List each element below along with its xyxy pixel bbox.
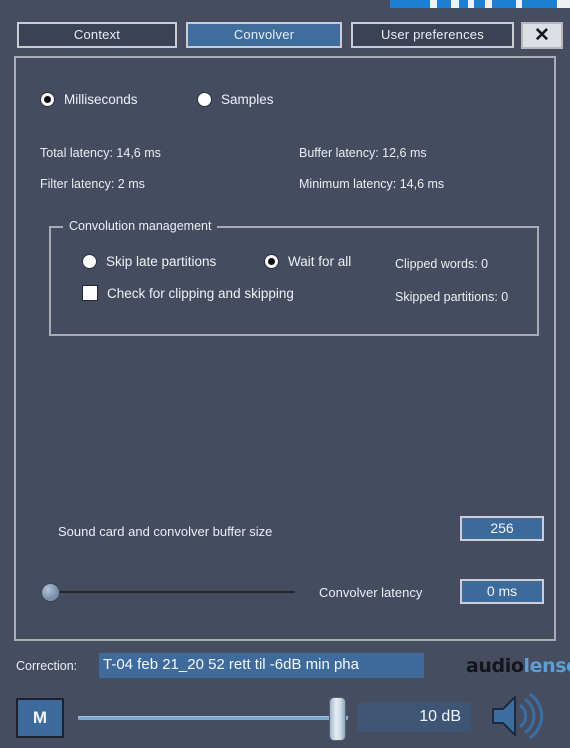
top-overflow-strip: [0, 0, 570, 8]
convolver-latency-slider-track: [51, 591, 295, 593]
buffer-latency-text: Buffer latency: 12,6 ms: [299, 146, 427, 160]
correction-input[interactable]: T-04 feb 21_20 52 rett til -6dB min pha: [99, 653, 424, 678]
radio-samples[interactable]: Samples: [197, 92, 274, 107]
radio-label-milliseconds: Milliseconds: [64, 92, 138, 107]
strip-fragment: [474, 0, 485, 8]
logo-text-lense: lense: [523, 655, 570, 677]
strip-gap: [430, 0, 437, 8]
strip-gap: [485, 0, 492, 8]
radio-indicator-wait-for-all: [264, 254, 279, 269]
strip-fragment: [459, 0, 468, 8]
tab-context[interactable]: Context: [17, 22, 177, 48]
convolution-management-title: Convolution management: [63, 219, 218, 233]
filter-latency-text: Filter latency: 2 ms: [40, 177, 145, 191]
radio-indicator-skip-late-partitions: [82, 254, 97, 269]
volume-value-readout: 10 dB: [357, 702, 471, 732]
convolver-latency-slider[interactable]: [41, 578, 295, 604]
radio-indicator-samples: [197, 92, 212, 107]
skipped-partitions-text: Skipped partitions: 0: [395, 290, 509, 304]
tab-bar: Context Convolver User preferences ✕: [0, 8, 570, 50]
mute-button[interactable]: M: [16, 698, 64, 738]
buffer-size-field[interactable]: 256: [460, 516, 544, 541]
radio-label-wait-for-all: Wait for all: [288, 254, 352, 269]
strip-fragment: [522, 0, 557, 8]
speaker-icon: [492, 693, 544, 739]
strip-gap: [451, 0, 459, 8]
radio-indicator-milliseconds: [40, 92, 55, 107]
strip-gap: [557, 0, 570, 8]
audiolense-logo: audiolense: [466, 655, 570, 677]
convolver-latency-slider-thumb[interactable]: [41, 583, 60, 602]
strip-fragment: [492, 0, 516, 8]
radio-milliseconds[interactable]: Milliseconds: [40, 92, 138, 107]
radio-wait-for-all[interactable]: Wait for all: [264, 254, 351, 269]
checkbox-check-for-clipping[interactable]: Check for clipping and skipping: [82, 285, 294, 301]
logo-text-audio: audio: [466, 655, 524, 677]
clipped-words-text: Clipped words: 0: [395, 257, 489, 271]
tab-user-preferences[interactable]: User preferences: [351, 22, 514, 48]
radio-skip-late-partitions[interactable]: Skip late partitions: [82, 254, 216, 269]
correction-label: Correction:: [16, 659, 78, 673]
minimum-latency-text: Minimum latency: 14,6 ms: [299, 177, 445, 191]
close-icon[interactable]: ✕: [521, 22, 563, 49]
checkbox-label-check-for-clipping: Check for clipping and skipping: [107, 285, 294, 301]
buffer-size-label: Sound card and convolver buffer size: [58, 524, 273, 539]
strip-fragment: [437, 0, 451, 8]
strip-fragment: [390, 0, 430, 8]
volume-slider-track: [78, 716, 348, 720]
convolver-latency-field[interactable]: 0 ms: [460, 579, 544, 604]
radio-label-skip-late-partitions: Skip late partitions: [106, 254, 217, 269]
tab-convolver[interactable]: Convolver: [186, 22, 342, 48]
convolver-panel: Milliseconds Samples Total latency: 14,6…: [14, 56, 556, 641]
total-latency-text: Total latency: 14,6 ms: [40, 146, 161, 160]
volume-slider-thumb[interactable]: [329, 697, 346, 741]
convolution-management-group: Convolution management Skip late partiti…: [49, 219, 539, 336]
radio-label-samples: Samples: [221, 92, 274, 107]
convolver-latency-label: Convolver latency: [319, 585, 423, 600]
volume-slider[interactable]: [76, 695, 351, 741]
unit-radio-group: Milliseconds Samples: [40, 92, 440, 114]
checkbox-indicator-check-for-clipping: [82, 285, 98, 301]
